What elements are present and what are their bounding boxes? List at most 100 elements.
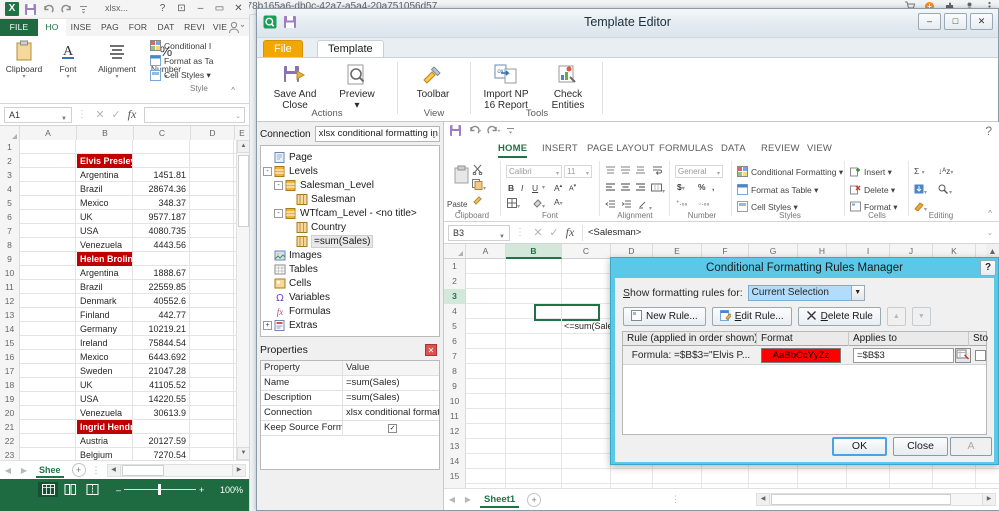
cell-a-13[interactable]: [466, 439, 506, 454]
row-header[interactable]: 8: [0, 238, 20, 252]
row-header[interactable]: 13: [444, 439, 466, 454]
customize-qat-icon[interactable]: [78, 3, 91, 16]
cell-c[interactable]: 348.37: [134, 196, 190, 210]
row-header[interactable]: 1: [0, 140, 20, 154]
delete-rule-button[interactable]: Delete Rule: [797, 307, 881, 326]
cell-c[interactable]: 442.77: [134, 308, 190, 322]
row-header[interactable]: 12: [0, 294, 20, 308]
chevron-down-icon[interactable]: ▾: [586, 169, 589, 180]
cell-c[interactable]: [134, 420, 190, 434]
column-header-c[interactable]: C: [562, 244, 611, 259]
align-left-icon[interactable]: [605, 182, 616, 195]
property-value-cell[interactable]: xlsx conditional formatti: [343, 406, 439, 420]
select-all-corner[interactable]: [0, 126, 20, 140]
cell-c-2[interactable]: [562, 274, 611, 289]
tab-home[interactable]: HOME: [498, 141, 528, 158]
property-value-cell[interactable]: =sum(Sales): [343, 376, 439, 390]
cell-a[interactable]: [20, 252, 76, 266]
tree-node-extras[interactable]: + Extras: [263, 318, 439, 332]
cell-b[interactable]: Venezuela: [77, 406, 133, 420]
cell-c-5[interactable]: <=sum(Sales)>: [562, 319, 625, 334]
toolbar-button[interactable]: Toolbar: [403, 61, 463, 100]
zoom-out-icon[interactable]: –: [116, 485, 121, 495]
row-header[interactable]: 4: [0, 182, 20, 196]
cell-b[interactable]: Ireland: [77, 336, 133, 350]
row-header[interactable]: 11: [444, 409, 466, 424]
table-row[interactable]: Keep Source Formats ✓: [261, 421, 439, 436]
cell-c[interactable]: 10219.21: [134, 322, 190, 336]
cell-b-14[interactable]: [506, 454, 562, 469]
row-header[interactable]: 20: [0, 406, 20, 420]
cell-d[interactable]: [191, 280, 234, 294]
previous-sheet-icon[interactable]: ◀: [0, 466, 16, 475]
hscrollbar-thumb[interactable]: [121, 464, 164, 476]
table-row[interactable]: 13 Finland 442.77: [0, 308, 249, 322]
row-header[interactable]: 21: [0, 420, 20, 434]
cell-e-15[interactable]: [653, 469, 702, 484]
confirm-icon[interactable]: ✓: [108, 108, 124, 121]
cell-d[interactable]: [191, 154, 234, 168]
cell-a-8[interactable]: [466, 364, 506, 379]
cell-c[interactable]: 75844.54: [134, 336, 190, 350]
rule-applies-to-input[interactable]: =$B$3: [853, 348, 954, 363]
table-row[interactable]: 16 Mexico 6443.692: [0, 350, 249, 364]
tab-formulas[interactable]: FOR: [124, 19, 152, 36]
hscrollbar-thumb[interactable]: [771, 494, 951, 505]
table-row[interactable]: 12 Denmark 40552.6: [0, 294, 249, 308]
cell-d[interactable]: [191, 168, 234, 182]
collapse-ribbon-icon[interactable]: ^: [988, 209, 992, 218]
scroll-right-button[interactable]: ▶: [982, 494, 995, 505]
property-value-cell[interactable]: ✓: [343, 421, 439, 435]
cell-c[interactable]: [134, 154, 190, 168]
cell-c-9[interactable]: [562, 379, 611, 394]
row-header[interactable]: 2: [0, 154, 20, 168]
row-header[interactable]: 15: [444, 469, 466, 484]
cell-a[interactable]: [20, 140, 76, 154]
property-value-cell[interactable]: =sum(Sales): [343, 391, 439, 405]
cell-b[interactable]: Argentina: [77, 168, 133, 182]
cell-b[interactable]: USA: [77, 392, 133, 406]
cell-a[interactable]: [20, 294, 76, 308]
cell-b[interactable]: Argentina: [77, 266, 133, 280]
format-painter-icon[interactable]: [472, 194, 483, 208]
row-header[interactable]: 10: [0, 266, 20, 280]
table-row[interactable]: Name =sum(Sales): [261, 376, 439, 391]
cell-d[interactable]: [191, 224, 234, 238]
cell-a[interactable]: [20, 378, 76, 392]
conditional-formatting-button[interactable]: Conditional Formatting ▾: [737, 166, 843, 179]
tab-page-layout[interactable]: PAG: [96, 19, 124, 36]
insert-function-icon[interactable]: fx: [562, 225, 578, 240]
cell-c-13[interactable]: [562, 439, 611, 454]
cell-a[interactable]: [20, 280, 76, 294]
group-font[interactable]: A Font ▾: [46, 38, 90, 81]
check-entities-button[interactable]: Check Entities: [538, 61, 598, 111]
import-np16-report-button[interactable]: ox Import NP 16 Report: [476, 61, 536, 111]
horizontal-scrollbar[interactable]: ◀ ▶: [106, 463, 246, 477]
insert-cells-button[interactable]: Insert ▾: [850, 166, 892, 179]
cell-d[interactable]: [191, 378, 234, 392]
row-header[interactable]: 19: [0, 392, 20, 406]
autosum-button[interactable]: Σ ▾: [914, 166, 925, 176]
tree-node-formulas[interactable]: fx Formulas: [263, 304, 439, 318]
tree-node-cells[interactable]: Cells: [263, 276, 439, 290]
align-right-icon[interactable]: [635, 182, 646, 195]
cell-a-5[interactable]: [466, 319, 506, 334]
cell-b-11[interactable]: [506, 409, 562, 424]
cell-d[interactable]: [191, 238, 234, 252]
table-row[interactable]: 20 Venezuela 30613.9: [0, 406, 249, 420]
cell-d[interactable]: [191, 420, 234, 434]
row-header[interactable]: 18: [0, 378, 20, 392]
row-header[interactable]: 17: [0, 364, 20, 378]
font-size-input[interactable]: 11 ▾: [564, 165, 592, 178]
save-icon[interactable]: [449, 124, 462, 140]
add-sheet-button[interactable]: +: [71, 463, 86, 477]
cell-b[interactable]: Mexico: [77, 196, 133, 210]
cell-a[interactable]: [20, 364, 76, 378]
previous-sheet-icon[interactable]: ◀: [444, 495, 460, 504]
cell-a[interactable]: [20, 406, 76, 420]
cell-b[interactable]: Mexico: [77, 350, 133, 364]
cell-b-12[interactable]: [506, 424, 562, 439]
zoom-slider[interactable]: – +: [116, 484, 204, 495]
tab-formulas[interactable]: FORMULAS: [659, 141, 713, 158]
cell-b[interactable]: [77, 140, 133, 154]
